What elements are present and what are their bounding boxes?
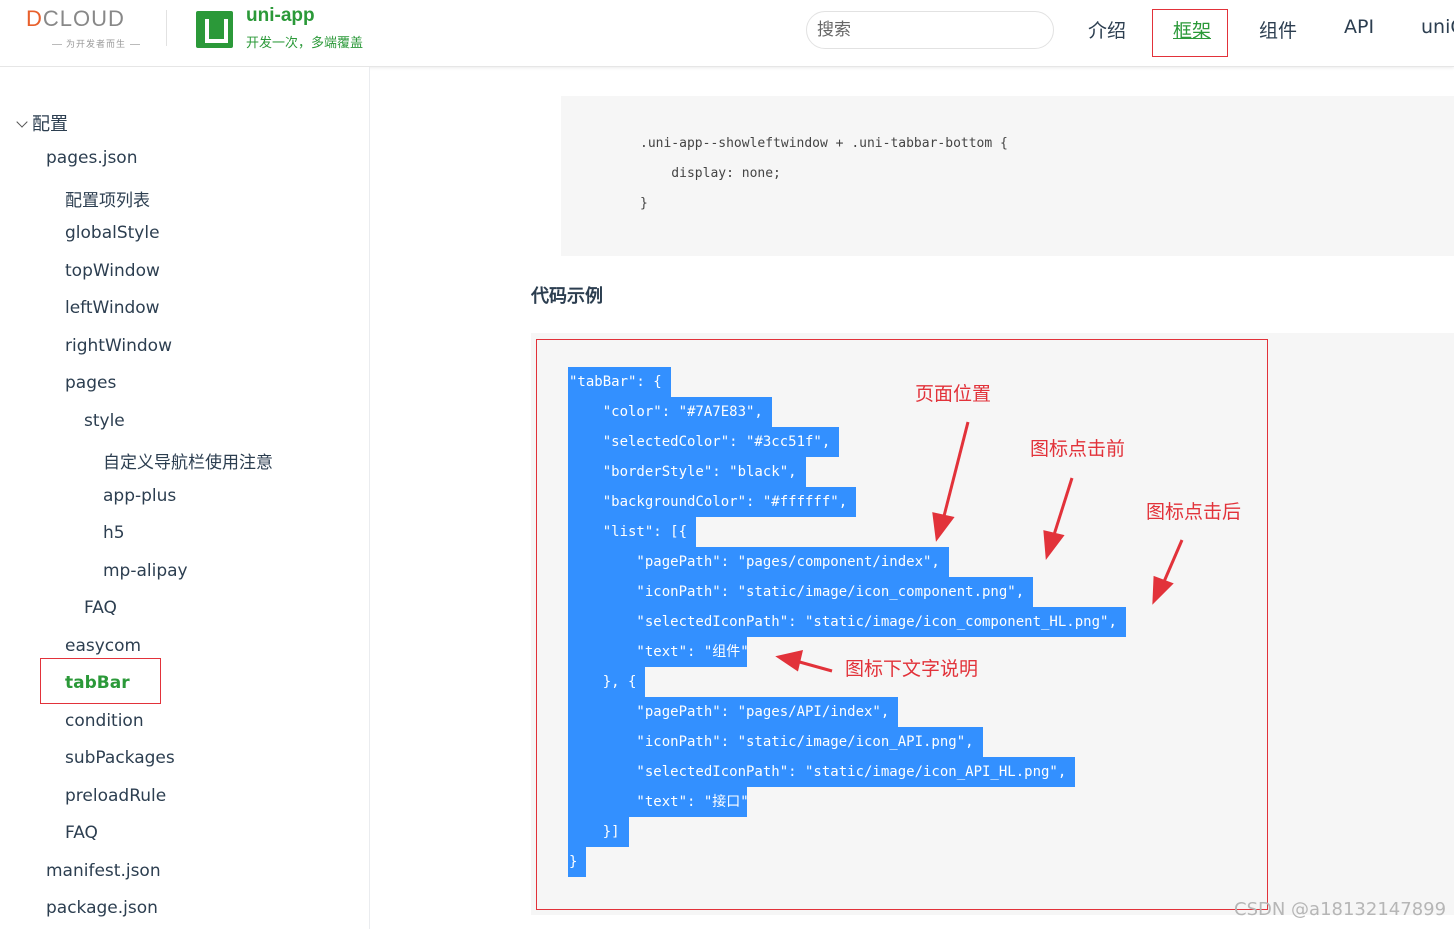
search-input[interactable] xyxy=(806,11,1054,49)
sidebar-item-style[interactable]: style xyxy=(84,411,125,431)
sidebar-item-topwindow[interactable]: topWindow xyxy=(65,261,160,281)
tabbar-highlight-box xyxy=(40,658,161,704)
chevron-down-icon xyxy=(16,116,28,128)
annotation-icon-before: 图标点击前 xyxy=(1030,438,1126,460)
sidebar-item-h5[interactable]: h5 xyxy=(103,523,125,543)
sidebar-item-faq[interactable]: FAQ xyxy=(65,823,98,843)
sidebar-item-leftwindow[interactable]: leftWindow xyxy=(65,298,160,318)
sidebar-item-pages[interactable]: pages xyxy=(65,373,116,393)
annotation-page-path: 页面位置 xyxy=(915,383,992,405)
sidebar-item-mp-alipay[interactable]: mp-alipay xyxy=(103,561,188,581)
annotation-icon-after: 图标点击后 xyxy=(1146,501,1242,523)
code-line: } xyxy=(640,196,648,211)
sidebar-item-manifest-json[interactable]: manifest.json xyxy=(46,861,161,881)
sidebar-item-subpackages[interactable]: subPackages xyxy=(65,748,175,768)
nav-api[interactable]: API xyxy=(1344,16,1374,38)
header-divider xyxy=(166,10,167,46)
code-line: display: none; xyxy=(640,166,781,181)
dcloud-logo-text: DCLOUD xyxy=(26,6,125,31)
sidebar-item-[interactable]: 配置项列表 xyxy=(65,186,150,211)
app-slogan: 开发一次，多端覆盖 xyxy=(246,36,364,51)
css-code-block: .uni-app--showleftwindow + .uni-tabbar-b… xyxy=(561,96,1454,256)
annotation-tab-text: 图标下文字说明 xyxy=(845,658,979,680)
dcloud-tagline: 为开发者而生 xyxy=(48,37,144,50)
sidebar-section-label: 配置 xyxy=(32,114,68,135)
sidebar-section-config[interactable]: 配置 xyxy=(14,110,68,136)
sidebar-item-pages-json[interactable]: pages.json xyxy=(46,148,137,168)
nav-intro[interactable]: 介绍 xyxy=(1088,16,1126,43)
nav-unicloud[interactable]: uniCl xyxy=(1421,16,1454,38)
sidebar-item-preloadrule[interactable]: preloadRule xyxy=(65,786,166,806)
uni-app-logo-icon[interactable] xyxy=(196,11,233,48)
nav-highlight-box xyxy=(1152,9,1228,57)
sidebar-item-rightwindow[interactable]: rightWindow xyxy=(65,336,172,356)
code-line: .uni-app--showleftwindow + .uni-tabbar-b… xyxy=(640,136,1008,151)
sidebar-item-globalstyle[interactable]: globalStyle xyxy=(65,223,160,243)
sidebar: 配置 pages.json 配置项列表 globalStyle topWindow le… xyxy=(0,67,370,929)
top-header: DCLOUD 为开发者而生 uni-app 开发一次，多端覆盖 介绍 框架 组件… xyxy=(0,0,1454,67)
csdn-watermark: CSDN @a18132147899 xyxy=(1234,899,1447,920)
app-title[interactable]: uni-app xyxy=(246,5,315,27)
section-title-code-example: 代码示例 xyxy=(531,286,603,307)
sidebar-item-[interactable]: 自定义导航栏使用注意 xyxy=(103,448,273,473)
code-highlight-box xyxy=(536,339,1268,910)
sidebar-item-faq[interactable]: FAQ xyxy=(84,598,117,618)
sidebar-item-condition[interactable]: condition xyxy=(65,711,144,731)
sidebar-item-package-json[interactable]: package.json xyxy=(46,898,158,918)
dcloud-logo[interactable]: DCLOUD 为开发者而生 xyxy=(26,6,144,52)
sidebar-item-app-plus[interactable]: app-plus xyxy=(103,486,176,506)
sidebar-item-easycom[interactable]: easycom xyxy=(65,636,141,656)
nav-components[interactable]: 组件 xyxy=(1259,16,1297,43)
